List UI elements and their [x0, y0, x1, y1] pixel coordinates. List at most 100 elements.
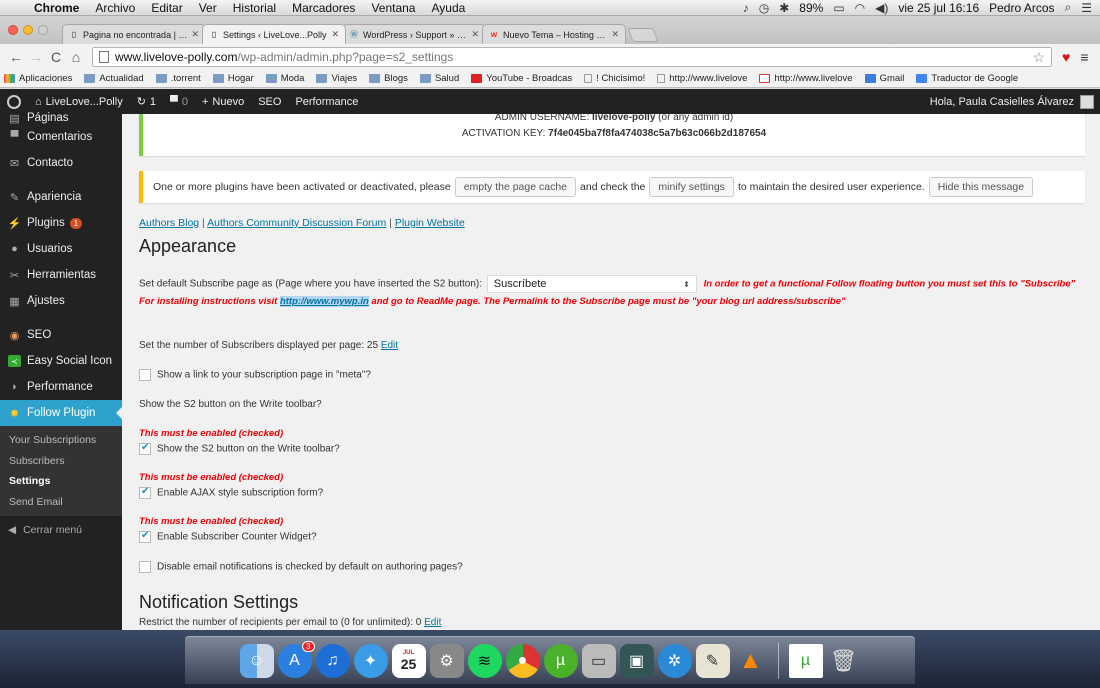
tab-close-icon[interactable]: ✕ [471, 29, 479, 40]
iphoto-icon[interactable]: ▣ [619, 643, 654, 678]
close-window-icon[interactable] [8, 25, 18, 35]
menu-marcadores[interactable]: Marcadores [284, 1, 363, 15]
list-icon[interactable]: ☰ [1081, 1, 1092, 15]
bookmark-folder[interactable]: .torrent [155, 73, 201, 84]
my-account-menu[interactable]: Hola, Paula Casielles Álvarez [930, 94, 1100, 109]
bookmark-folder[interactable]: Hogar [212, 73, 254, 84]
tab-nuevo-tema[interactable]: w Nuevo Tema – Hosting We ✕ [482, 24, 626, 44]
bell-icon[interactable]: ♪ [743, 1, 749, 15]
sidebar-item-plugins[interactable]: ⚡ Plugins 1 [0, 210, 122, 236]
menu-ver[interactable]: Ver [191, 1, 225, 15]
submenu-send-email[interactable]: Send Email [0, 492, 122, 513]
mywp-link[interactable]: http://www.mywp.in [279, 296, 369, 307]
chrome-icon[interactable]: ● [505, 643, 540, 678]
plugin-website-link[interactable]: Plugin Website [395, 217, 465, 229]
authors-blog-link[interactable]: Authors Blog [139, 217, 199, 229]
tab-pagina-no-encontrada[interactable]: ▯ Pagina no encontrada | Liv ✕ [62, 24, 206, 44]
updates-menu[interactable]: ↻ 1 [130, 95, 163, 109]
bookmark-folder[interactable]: Salud [419, 73, 459, 84]
battery-percent[interactable]: 89% [799, 1, 823, 15]
sidebar-item-herramientas[interactable]: ✂ Herramientas [0, 262, 122, 288]
empty-cache-button[interactable]: empty the page cache [454, 177, 577, 197]
new-tab-button[interactable] [627, 28, 659, 42]
counter-checkbox[interactable] [139, 530, 151, 543]
ajax-checkbox[interactable] [139, 486, 151, 499]
sidebar-item-ajustes[interactable]: ▦ Ajustes [0, 288, 122, 314]
submenu-your-subscriptions[interactable]: Your Subscriptions [0, 430, 122, 451]
bookmark-chicisimo[interactable]: ! Chicisimo! [584, 73, 645, 84]
battery-icon[interactable]: ▭ [833, 1, 844, 15]
address-bar[interactable]: www.livelove-polly.com /wp-admin/admin.p… [92, 47, 1052, 67]
wp-logo-menu[interactable] [0, 94, 28, 109]
bookmark-livelove-2[interactable]: http://www.livelove [759, 73, 853, 84]
bookmark-folder[interactable]: Viajes [316, 73, 357, 84]
sidebar-item-paginas[interactable]: ▤ Páginas [0, 110, 122, 124]
subscribe-page-select[interactable]: Suscríbete ⬍ [486, 275, 697, 293]
bookmark-gmail[interactable]: Gmail [864, 73, 904, 84]
bookmark-folder[interactable]: Actualidad [84, 73, 144, 84]
site-name-menu[interactable]: ⌂ LiveLove...Polly [28, 96, 130, 108]
safari-icon[interactable]: ✦ [353, 643, 388, 678]
comments-menu[interactable]: ▀ 0 [163, 96, 195, 108]
sidebar-item-easy-social-icon[interactable]: ≺ Easy Social Icon [0, 348, 122, 374]
spotify-icon[interactable]: ≋ [467, 643, 502, 678]
sidebar-item-usuarios[interactable]: ● Usuarios [0, 236, 122, 262]
tab-close-icon[interactable]: ✕ [191, 29, 199, 40]
sidebar-item-seo[interactable]: ◉ SEO [0, 322, 122, 348]
submenu-settings[interactable]: Settings [0, 471, 122, 492]
heart-extension-icon[interactable]: ♥ [1062, 49, 1070, 65]
reload-icon[interactable]: C [46, 49, 66, 65]
bookmark-apps[interactable]: Aplicaciones [4, 73, 72, 84]
menu-ventana[interactable]: Ventana [363, 1, 423, 15]
bookmark-livelove-1[interactable]: http://www.livelove [657, 73, 747, 84]
minimize-window-icon[interactable] [23, 25, 33, 35]
submenu-subscribers[interactable]: Subscribers [0, 451, 122, 472]
clock[interactable]: vie 25 jul 16:16 [898, 1, 979, 15]
sidebar-item-contacto[interactable]: ✉ Contacto [0, 150, 122, 176]
spotlight-icon[interactable]: ⌕ [1065, 0, 1072, 15]
seo-menu[interactable]: SEO [251, 96, 288, 108]
menu-editar[interactable]: Editar [143, 1, 190, 15]
system-preferences-icon[interactable]: ⚙ [429, 643, 464, 678]
user-name[interactable]: Pedro Arcos [989, 1, 1054, 15]
minify-settings-button[interactable]: minify settings [649, 177, 734, 197]
bookmark-folder[interactable]: Blogs [369, 73, 408, 84]
tab-settings[interactable]: ▯ Settings ‹ LiveLove...Polly ✕ [202, 24, 346, 44]
bookmark-translate[interactable]: Traductor de Google [916, 73, 1018, 84]
finder-icon[interactable]: ☺ [239, 643, 274, 678]
bluetooth-icon[interactable]: ✱ [779, 1, 789, 15]
back-icon[interactable]: ← [6, 49, 26, 65]
menu-app-name[interactable]: Chrome [26, 1, 87, 15]
utorrent-icon[interactable]: µ [543, 643, 578, 678]
disable-email-checkbox[interactable] [139, 561, 151, 573]
sidebar-item-apariencia[interactable]: ✎ Apariencia [0, 184, 122, 210]
preview-icon[interactable]: ✎ [695, 643, 730, 678]
bookmark-star-icon[interactable]: ☆ [1032, 49, 1045, 66]
sidebar-item-comentarios[interactable]: ▀ Comentarios [0, 124, 122, 150]
menu-historial[interactable]: Historial [225, 1, 284, 15]
collapse-menu-button[interactable]: ◀ Cerrar menú [0, 516, 122, 544]
migration-icon[interactable]: ✲ [657, 643, 692, 678]
performance-menu[interactable]: Performance [288, 96, 365, 108]
bookmark-youtube[interactable]: YouTube - Broadcas [471, 73, 572, 84]
vlc-icon[interactable]: ▲ [734, 644, 768, 678]
app-store-icon[interactable]: A3 [277, 640, 315, 678]
meta-link-checkbox[interactable] [139, 369, 151, 381]
itunes-icon[interactable]: ♫ [315, 643, 350, 678]
hide-message-button[interactable]: Hide this message [928, 177, 1034, 197]
forward-icon[interactable]: → [26, 49, 46, 65]
chrome-menu-icon[interactable]: ≡ [1080, 49, 1088, 65]
community-forum-link[interactable]: Authors Community Discussion Forum [207, 217, 386, 229]
menu-ayuda[interactable]: Ayuda [423, 1, 473, 15]
trash-icon[interactable]: 🗑 [827, 644, 861, 678]
s2-toolbar-checkbox[interactable] [139, 442, 151, 455]
tab-close-icon[interactable]: ✕ [331, 29, 339, 40]
bookmark-folder[interactable]: Moda [265, 73, 304, 84]
zoom-window-icon[interactable] [38, 25, 48, 35]
wifi-icon[interactable]: ◠ [855, 1, 865, 15]
volume-icon[interactable]: ◀) [875, 1, 888, 15]
sidebar-item-follow-plugin[interactable]: ✸ Follow Plugin [0, 400, 122, 426]
disk-utility-icon[interactable]: ▭ [581, 643, 616, 678]
home-icon[interactable]: ⌂ [66, 49, 86, 65]
time-machine-icon[interactable]: ◷ [759, 1, 769, 15]
